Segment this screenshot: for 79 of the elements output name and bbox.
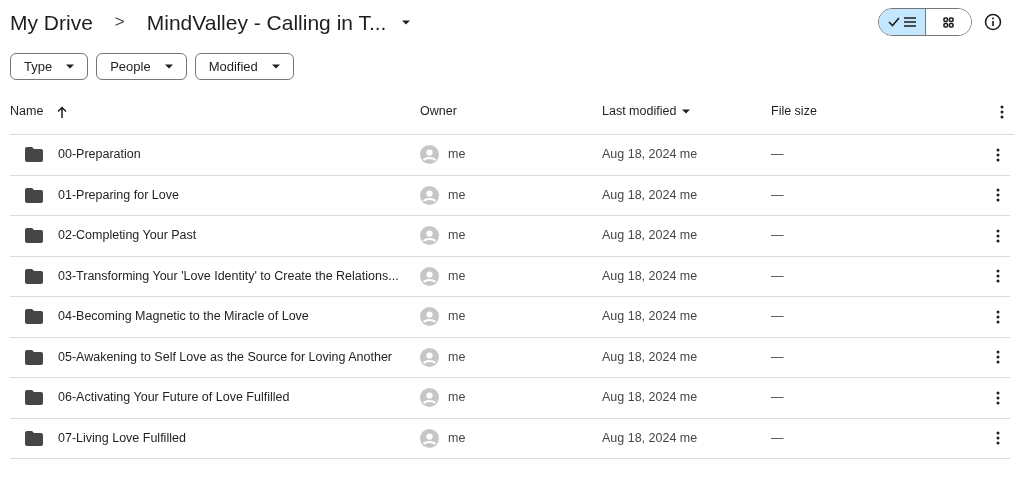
folder-icon: [25, 390, 43, 406]
avatar-icon: [420, 145, 439, 165]
owner-text: me: [448, 308, 466, 326]
owner-text: me: [448, 146, 466, 164]
folder-name[interactable]: 03-Transforming Your 'Love Identity' to Create the Relations...: [58, 266, 399, 286]
modified-date: Aug 18, 2024 me: [602, 228, 698, 243]
list-view-button[interactable]: [879, 9, 925, 35]
owner-text: me: [448, 227, 466, 245]
column-header[interactable]: Name: [10, 102, 44, 121]
modified-date: Aug 18, 2024 me: [602, 268, 698, 283]
modified-date: Aug 18, 2024 me: [602, 390, 698, 405]
more-vertical-icon: [996, 309, 1000, 324]
more-vertical-icon: [996, 228, 1000, 243]
file-size: —: [771, 228, 784, 243]
folder-name[interactable]: 02-Completing Your Past: [58, 226, 197, 246]
more-vertical-icon: [996, 188, 1000, 203]
breadcrumb-root[interactable]: My Drive: [10, 11, 93, 33]
avatar-icon: [420, 428, 439, 448]
grid-icon: [943, 16, 954, 28]
caret-icon: [271, 64, 280, 69]
file-size: —: [771, 187, 784, 202]
owner-text: me: [448, 429, 466, 447]
file-size: —: [771, 309, 784, 324]
file-size: —: [771, 349, 784, 364]
file-size: —: [771, 390, 784, 405]
folder-name[interactable]: 05-Awakening to Self Love as the Source for Loving Another: [58, 347, 392, 367]
folder-icon: [25, 147, 43, 163]
folder-icon: [25, 187, 43, 203]
dropdown-caret-icon: [402, 19, 411, 25]
more-vertical-icon: [996, 269, 1000, 284]
modified-date: Aug 18, 2024 me: [602, 147, 698, 162]
info-icon[interactable]: [984, 13, 1002, 31]
avatar-icon: [420, 185, 439, 205]
modified-date: Aug 18, 2024 me: [602, 430, 698, 445]
file-size: —: [771, 430, 784, 445]
folder-icon: [25, 430, 43, 446]
folder-title-button[interactable]: MindValley - Calling in T...: [146, 11, 411, 33]
folder-name[interactable]: 06-Activating Your Future of Love Fulfilled: [58, 388, 290, 408]
sort-caret-icon: [682, 109, 691, 114]
list-icon: [904, 17, 916, 27]
file-size: —: [771, 268, 784, 283]
folder-icon: [25, 228, 43, 244]
more-vertical-icon: [996, 390, 1000, 405]
avatar-icon: [420, 388, 439, 408]
modified-date: Aug 18, 2024 me: [602, 349, 698, 364]
folder-name[interactable]: 04-Becoming Magnetic to the Miracle of Love: [58, 307, 309, 327]
checkmark-icon: [888, 17, 900, 27]
more-vertical-icon: [1000, 104, 1004, 119]
folder-name[interactable]: 07-Living Love Fulfilled: [58, 428, 186, 448]
modified-date: Aug 18, 2024 me: [602, 187, 698, 202]
more-vertical-icon: [996, 350, 1000, 365]
filter-chip[interactable]: Type: [10, 53, 89, 80]
grid-view-button[interactable]: [925, 9, 971, 35]
folder-name[interactable]: 00-Preparation: [58, 145, 141, 165]
owner-text: me: [448, 389, 466, 407]
owner-text: me: [448, 186, 466, 204]
breadcrumb-separator: >: [114, 11, 125, 34]
column-header[interactable]: Last modified: [602, 102, 677, 121]
avatar-icon: [420, 266, 439, 286]
caret-icon: [164, 64, 173, 69]
filter-chip[interactable]: Modified: [194, 53, 294, 80]
caret-icon: [66, 64, 75, 69]
folder-icon: [25, 268, 43, 284]
modified-date: Aug 18, 2024 me: [602, 309, 698, 324]
folder-icon: [25, 309, 43, 325]
more-vertical-icon: [996, 147, 1000, 162]
file-size: —: [771, 147, 784, 162]
folder-icon: [25, 349, 43, 365]
avatar-icon: [420, 226, 439, 246]
filter-chip[interactable]: People: [96, 53, 187, 80]
column-header[interactable]: Owner: [420, 102, 457, 121]
avatar-icon: [420, 347, 439, 367]
avatar-icon: [420, 307, 439, 327]
owner-text: me: [448, 267, 466, 285]
more-vertical-icon: [996, 431, 1000, 446]
folder-name[interactable]: 01-Preparing for Love: [58, 185, 179, 205]
owner-text: me: [448, 348, 466, 366]
sort-arrow-icon[interactable]: [57, 105, 68, 118]
column-header[interactable]: File size: [771, 102, 817, 121]
